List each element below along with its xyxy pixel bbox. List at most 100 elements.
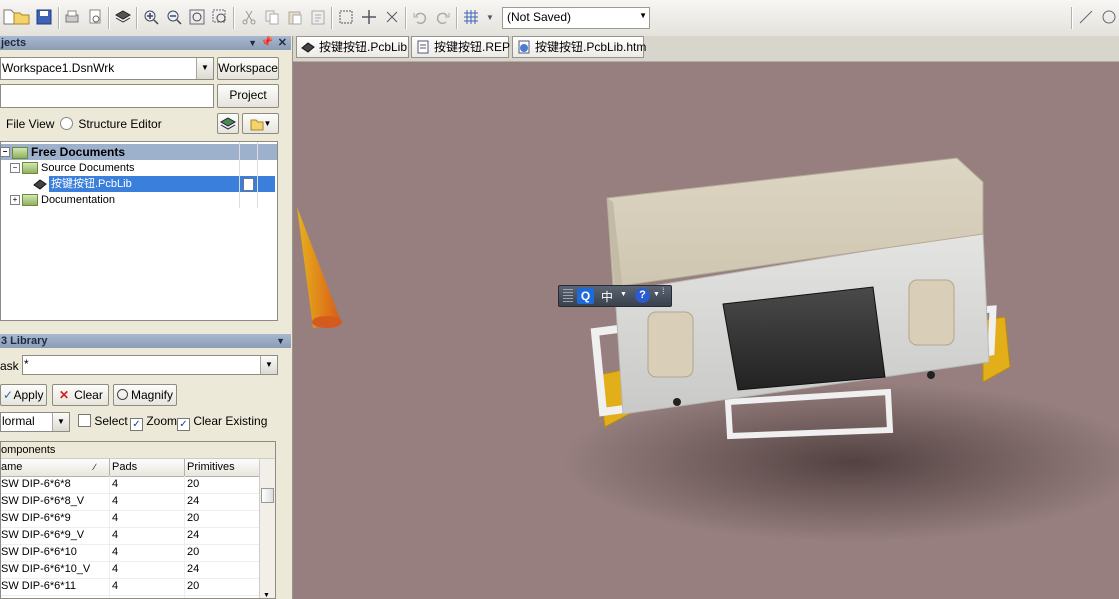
mode-combo[interactable]: lormal ▼ <box>0 412 70 432</box>
cell-pads: 4 <box>112 512 119 524</box>
structure-editor-radio[interactable]: Structure Editor <box>60 117 162 131</box>
select-rect-icon[interactable] <box>337 8 355 26</box>
ime-options-icon[interactable]: ⁞ <box>662 286 665 296</box>
tree-item-pcblib[interactable]: 按键按钮.PcbLib <box>1 176 277 192</box>
panel-menu-icon[interactable]: ▼ <box>276 334 285 348</box>
line-icon[interactable] <box>1077 8 1095 26</box>
workspace-button[interactable]: Workspace <box>217 57 279 80</box>
variant-combo[interactable]: (Not Saved) ▼ <box>502 7 650 29</box>
zoom-out-icon[interactable] <box>165 8 183 26</box>
cut-icon[interactable] <box>240 8 258 26</box>
table-row[interactable]: SW DIP-6*6*8 4 20 <box>1 476 259 494</box>
expand-icon[interactable]: + <box>10 195 20 205</box>
3d-scene <box>297 157 1119 542</box>
chevron-down-icon[interactable]: ▼ <box>620 291 627 298</box>
origin-marker <box>297 207 342 328</box>
clear-existing-checkbox[interactable]: ✓ Clear Existing <box>177 414 267 431</box>
clear-icon: ✕ <box>59 388 70 402</box>
tab-pcblib[interactable]: 按键按钮.PcbLib <box>296 36 409 58</box>
zoom-fit-icon[interactable] <box>188 8 206 26</box>
cell-name: SW DIP-6*6*10_V <box>1 563 91 575</box>
file-view-label: File View <box>6 117 55 131</box>
save-icon[interactable] <box>35 8 53 26</box>
table-row[interactable]: SW DIP-6*6*11 4 20 <box>1 578 259 596</box>
paste-icon[interactable] <box>286 8 304 26</box>
3d-viewport[interactable] <box>293 62 1119 599</box>
mask-combo[interactable]: * ▼ <box>22 355 278 375</box>
file-view-radio[interactable]: File View <box>0 117 54 131</box>
table-row[interactable]: SW DIP-6*6*9_V 4 24 <box>1 527 259 545</box>
undo-icon[interactable] <box>411 8 429 26</box>
paste-special-icon[interactable] <box>309 8 327 26</box>
project-options-button[interactable]: ▼ <box>242 113 279 134</box>
workspace-combo[interactable]: Workspace1.DsnWrk ▼ <box>0 57 214 80</box>
cell-primitives: 20 <box>187 478 200 490</box>
html-icon <box>518 40 530 54</box>
tab-label: 按键按钮.PcbLib <box>319 40 408 54</box>
cell-primitives: 24 <box>187 529 200 541</box>
magnify-icon <box>117 389 128 400</box>
components-header: omponents <box>1 442 275 459</box>
chevron-down-icon[interactable]: ▼ <box>653 291 660 298</box>
cross-select-icon[interactable] <box>383 8 401 26</box>
close-icon[interactable]: ✕ <box>278 36 287 50</box>
zoom-area-icon[interactable] <box>211 8 229 26</box>
project-button[interactable]: Project <box>217 84 279 108</box>
panel-menu-icon[interactable]: ▼ <box>248 36 257 50</box>
apply-button[interactable]: ✓ Apply <box>0 384 47 406</box>
tree-item-source-documents[interactable]: − Source Documents <box>1 160 277 176</box>
tab-report[interactable]: 按键按钮.REP <box>411 36 511 58</box>
tree-item-free-documents[interactable]: − Free Documents <box>0 144 277 160</box>
tree-item-documentation[interactable]: + Documentation <box>1 192 277 208</box>
pin-icon[interactable]: 📌 <box>261 36 273 50</box>
print-icon[interactable] <box>63 8 81 26</box>
3d-layer-icon[interactable] <box>114 8 132 26</box>
move-icon[interactable] <box>360 8 378 26</box>
help-icon[interactable]: ? <box>635 288 650 303</box>
drag-handle-icon[interactable] <box>563 289 573 303</box>
clear-label: Clear <box>74 388 103 402</box>
copy-icon[interactable] <box>263 8 281 26</box>
grid-dropdown-icon[interactable]: ▼ <box>481 8 499 26</box>
folder-icon <box>22 194 38 207</box>
ime-language-label[interactable]: 中 <box>601 288 613 305</box>
table-row[interactable]: SW DIP-6*6*10_V 4 24 <box>1 561 259 579</box>
scroll-thumb[interactable] <box>261 488 274 503</box>
vertical-scrollbar[interactable]: ▼ <box>259 459 275 598</box>
cell-name: SW DIP-6*6*8 <box>1 478 71 490</box>
redo-icon[interactable] <box>434 8 452 26</box>
sort-icon: ∕ <box>94 462 96 472</box>
grid-icon[interactable] <box>462 8 480 26</box>
tab-htm[interactable]: 按键按钮.PcbLib.htm <box>512 36 646 58</box>
zoom-in-icon[interactable] <box>142 8 160 26</box>
project-layers-button[interactable] <box>217 113 239 134</box>
cell-pads: 4 <box>112 563 119 575</box>
print-preview-icon[interactable] <box>86 8 104 26</box>
ime-q-icon[interactable]: Q <box>577 288 594 304</box>
table-row[interactable]: SW DIP-6*6*10 4 20 <box>1 544 259 562</box>
project-field[interactable] <box>0 84 214 108</box>
table-row[interactable]: SW DIP-6*6*9 4 20 <box>1 510 259 528</box>
column-header-pads[interactable]: Pads <box>112 459 182 476</box>
cell-primitives: 20 <box>187 512 200 524</box>
checkmark-icon: ✓ <box>130 418 143 431</box>
apply-label: Apply <box>13 388 44 402</box>
arc-icon[interactable] <box>1100 8 1118 26</box>
collapse-icon[interactable]: − <box>10 163 20 173</box>
select-checkbox[interactable]: Select <box>78 414 128 428</box>
zoom-checkbox[interactable]: ✓ Zoom <box>130 414 177 431</box>
checkbox-box <box>78 414 91 427</box>
tab-label: 按键按钮.REP <box>434 40 511 54</box>
open-icon[interactable] <box>13 8 31 26</box>
column-header-name[interactable]: ame <box>1 459 107 476</box>
scroll-down-icon[interactable]: ▼ <box>263 592 270 598</box>
documentation-label: Documentation <box>41 194 115 206</box>
mask-value: * <box>24 357 29 371</box>
ime-toolbar[interactable]: Q 中 ▼ ? ▼ ⁞ <box>558 285 672 307</box>
clear-button[interactable]: ✕ Clear <box>52 384 109 406</box>
table-row[interactable]: SW DIP-6*6*8_V 4 24 <box>1 493 259 511</box>
collapse-icon[interactable]: − <box>0 147 10 157</box>
magnify-button[interactable]: Magnify <box>113 384 177 406</box>
column-header-primitives[interactable]: Primitives <box>187 459 257 476</box>
side-leg-right <box>908 279 955 346</box>
